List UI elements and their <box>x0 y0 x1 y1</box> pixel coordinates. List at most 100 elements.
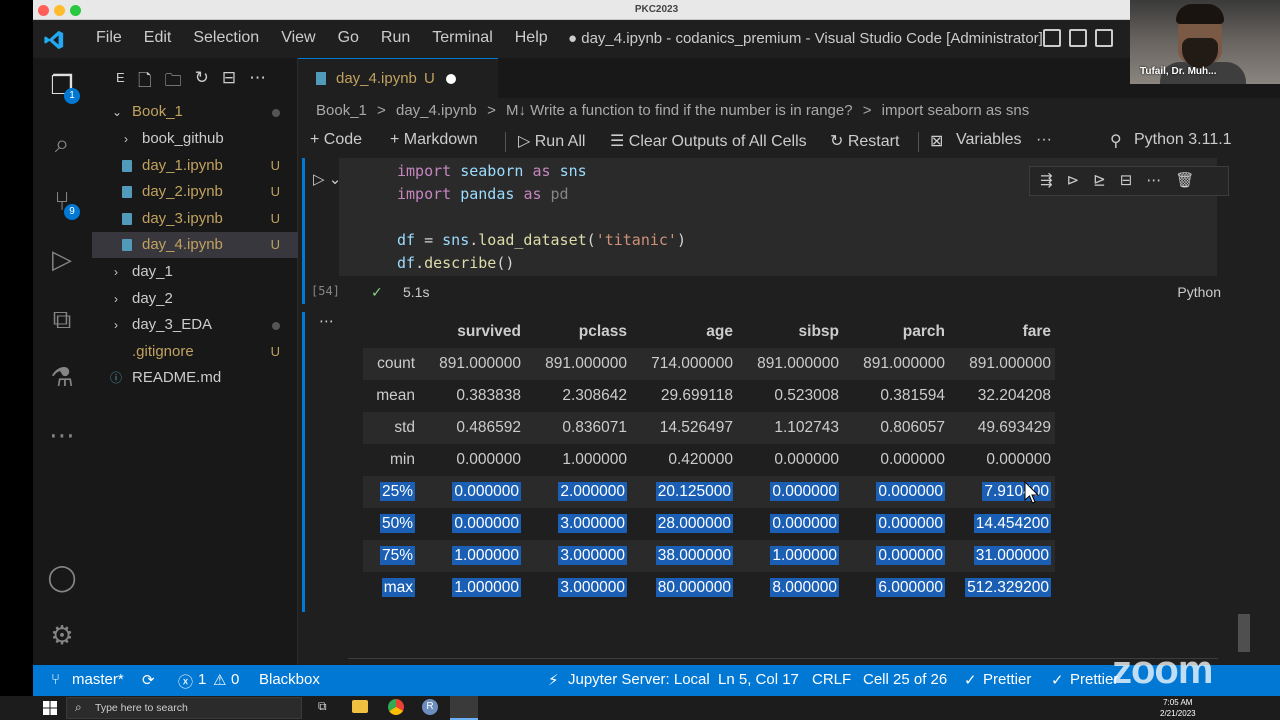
breadcrumb-folder[interactable]: Book_1 <box>316 102 367 119</box>
run-all-button[interactable]: ▷ Run All <box>518 131 585 151</box>
cell-language[interactable]: Python <box>1177 284 1221 300</box>
jupyter-icon[interactable]: ⚡ <box>548 671 559 689</box>
variables-icon[interactable]: ⊠ <box>930 131 943 151</box>
code-editor[interactable]: import seaborn as sns import pandas as p… <box>339 158 1229 276</box>
line-ending[interactable]: CRLF <box>812 671 851 688</box>
breadcrumb-sep: > <box>862 102 872 119</box>
tree-file-day-2[interactable]: day_2.ipynb U <box>92 179 298 205</box>
table-cell: 31.000000 <box>949 540 1055 572</box>
breadcrumb-markdown[interactable]: M↓ Write a function to find if the numbe… <box>506 102 853 119</box>
add-code-cell-button[interactable]: + Code <box>310 131 362 149</box>
new-file-icon[interactable]: 🗋 <box>138 68 152 97</box>
kernel-picker[interactable]: Python 3.11.1 <box>1134 131 1232 149</box>
tree-file-day-4[interactable]: day_4.ipynb U <box>92 232 298 258</box>
tab-day-4-ipynb[interactable]: day_4.ipynb U <box>298 58 498 98</box>
cell-text: 0.486592 <box>456 419 521 436</box>
run-debug-icon[interactable]: ▷ <box>47 244 77 274</box>
table-cell: 14.526497 <box>631 412 737 444</box>
warning-icon[interactable]: ⚠ <box>213 671 226 689</box>
toggle-primary-sidebar-icon[interactable] <box>1043 29 1061 47</box>
restart-button[interactable]: ↻ Restart <box>830 131 899 151</box>
table-cell: 0.383838 <box>419 380 525 412</box>
modified-dot <box>272 322 280 330</box>
tree-folder-day-1[interactable]: › day_1 <box>92 259 298 285</box>
vscode-titlebar: File Edit Selection View Go Run Terminal… <box>33 20 1280 58</box>
tree-folder-day-2[interactable]: › day_2 <box>92 286 298 312</box>
branch-icon[interactable]: ⑂ <box>51 671 60 688</box>
menu-terminal[interactable]: Terminal <box>421 29 503 47</box>
refresh-icon[interactable]: ↻ <box>195 68 209 97</box>
tree-file-gitignore[interactable]: .gitignore U <box>92 339 298 365</box>
add-markdown-cell-button[interactable]: + Markdown <box>390 131 478 149</box>
account-icon[interactable]: ◯ <box>47 562 77 592</box>
split-cell-icon[interactable]: ⊟ <box>1120 171 1133 191</box>
menu-file[interactable]: File <box>85 29 133 47</box>
menu-view[interactable]: View <box>270 29 326 47</box>
git-branch[interactable]: master* <box>72 671 124 688</box>
more-actions-icon[interactable]: ⋯ <box>249 68 266 97</box>
taskbar-search[interactable]: ⌕ Type here to search <box>66 697 302 719</box>
file-explorer-icon[interactable] <box>352 700 368 713</box>
menu-help[interactable]: Help <box>504 29 559 47</box>
unsaved-dot-icon[interactable] <box>446 74 456 84</box>
breadcrumb-cell[interactable]: import seaborn as sns <box>882 102 1030 119</box>
tree-file-day-3[interactable]: day_3.ipynb U <box>92 206 298 232</box>
menu-run[interactable]: Run <box>370 29 421 47</box>
collapse-all-icon[interactable]: ⊟ <box>222 68 236 97</box>
cell-text: 31.000000 <box>973 546 1051 565</box>
column-header: sibsp <box>798 323 839 340</box>
error-count[interactable]: 1 <box>198 671 206 688</box>
r-app-icon[interactable]: R <box>422 699 438 715</box>
cell-text: 75% <box>379 546 415 565</box>
toggle-secondary-sidebar-icon[interactable] <box>1095 29 1113 47</box>
tree-file-day-1[interactable]: day_1.ipynb U <box>92 153 298 179</box>
run-by-line-icon[interactable]: ⇶ <box>1040 171 1053 191</box>
search-icon[interactable]: ⌕ <box>47 128 77 158</box>
table-cell: 0.000000 <box>737 444 843 476</box>
windows-start-icon[interactable] <box>43 701 57 715</box>
more-toolbar-button[interactable]: ··· <box>1036 131 1052 149</box>
cell-text: 891.000000 <box>439 355 521 372</box>
output-more-icon[interactable]: ⋯ <box>319 312 334 330</box>
task-view-icon[interactable]: ⧉ <box>318 699 327 714</box>
tree-file-readme[interactable]: ⓘ README.md <box>92 365 298 391</box>
jupyter-server[interactable]: Jupyter Server: Local <box>568 671 710 688</box>
code-cell[interactable]: import seaborn as sns import pandas as p… <box>302 158 1229 304</box>
error-icon[interactable]: ⓧ <box>178 671 193 692</box>
warning-count[interactable]: 0 <box>231 671 239 688</box>
new-folder-icon[interactable]: 🗀 <box>165 68 182 97</box>
tree-folder-book-1[interactable]: ⌄ Book_1 <box>92 99 298 125</box>
delete-cell-icon[interactable]: 🗑 <box>1175 171 1194 191</box>
toggle-panel-icon[interactable] <box>1069 29 1087 47</box>
tree-folder-book-github[interactable]: › book_github <box>92 126 298 152</box>
more-cell-actions-icon[interactable]: ⋯ <box>1146 171 1161 191</box>
more-icon[interactable]: ⋯ <box>47 420 77 450</box>
settings-gear-icon[interactable]: ⚙ <box>47 620 77 650</box>
execute-above-icon[interactable]: ⊳ <box>1067 171 1080 191</box>
clear-outputs-button[interactable]: ☰ Clear Outputs of All Cells <box>610 131 807 151</box>
row-label: 25% <box>363 476 419 508</box>
sync-icon[interactable]: ⟳ <box>142 671 155 689</box>
menu-go[interactable]: Go <box>327 29 370 47</box>
taskbar-clock[interactable]: 7:05 AM 2/21/2023 <box>1160 697 1196 719</box>
menu-edit[interactable]: Edit <box>133 29 183 47</box>
table-cell: 3.000000 <box>525 508 631 540</box>
extensions-icon[interactable]: ⧉ <box>47 304 77 334</box>
testing-icon[interactable]: ⚗ <box>47 362 77 392</box>
blackbox-status[interactable]: Blackbox <box>259 671 320 688</box>
kernel-icon[interactable]: ⚲ <box>1110 131 1122 151</box>
execute-below-icon[interactable]: ⊵ <box>1093 171 1106 191</box>
variables-button[interactable]: Variables <box>956 131 1022 149</box>
menu-selection[interactable]: Selection <box>182 29 270 47</box>
run-cell-icon[interactable]: ▷ ⌄ <box>313 170 341 188</box>
vscode-taskbar-icon[interactable] <box>450 696 478 720</box>
prettier-status[interactable]: Prettier <box>983 671 1031 688</box>
cursor-position[interactable]: Ln 5, Col 17 <box>718 671 799 688</box>
cell-position[interactable]: Cell 25 of 26 <box>863 671 947 688</box>
table-cell: 0.420000 <box>631 444 737 476</box>
cell-text: 891.000000 <box>863 355 945 372</box>
chrome-icon[interactable] <box>388 699 404 715</box>
breadcrumb-file[interactable]: day_4.ipynb <box>396 102 477 119</box>
tree-folder-day-3-eda[interactable]: › day_3_EDA <box>92 312 298 338</box>
editor-scrollbar[interactable] <box>1238 614 1250 652</box>
